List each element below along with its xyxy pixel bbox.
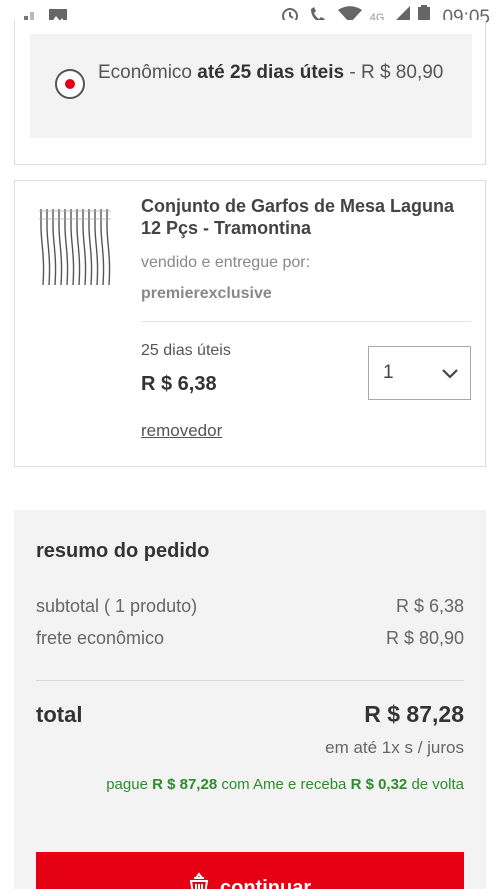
divider xyxy=(141,321,471,322)
ame-text-mid: com Ame e receba xyxy=(217,776,351,793)
summary-divider xyxy=(36,680,464,681)
ame-cashback: R $ 0,32 xyxy=(350,776,408,793)
total-label: total xyxy=(36,702,83,727)
installments-info: em até 1x s / juros xyxy=(325,738,464,757)
product-image[interactable] xyxy=(37,207,113,287)
subtotal-value: R $ 6,38 xyxy=(395,596,464,616)
cart-item-card: Conjunto de Garfos de Mesa Laguna 12 Pçs… xyxy=(14,180,486,467)
ame-amount: R $ 87,28 xyxy=(152,776,218,793)
seller-name: premierexclusive xyxy=(141,285,272,302)
shipping-value: R $ 80,90 xyxy=(385,628,464,648)
continue-label: continuar xyxy=(220,876,312,889)
delivery-time: 25 dias úteis xyxy=(141,342,231,359)
ame-cashback-info: pague R $ 87,28 com Ame e receba R $ 0,3… xyxy=(106,776,464,793)
shipping-price: - R $ 80,90 xyxy=(344,62,444,83)
ame-text-post: de volta xyxy=(407,776,464,793)
shipping-radio-selected[interactable] xyxy=(55,69,85,99)
product-price: R $ 6,38 xyxy=(141,373,217,395)
summary-title: resumo do pedido xyxy=(36,540,210,562)
order-summary: resumo do pedido subtotal ( 1 produto) R… xyxy=(14,510,486,889)
shipping-option-card: Econômico até 25 dias úteis - R $ 80,90 xyxy=(14,20,486,165)
continue-button[interactable]: continuar xyxy=(36,852,464,889)
remove-item-link[interactable]: removedor xyxy=(141,421,222,441)
shipping-deadline: até 25 dias úteis xyxy=(197,62,345,83)
sold-by-label: vendido e entregue por: xyxy=(141,254,311,271)
subtotal-row: subtotal ( 1 produto) R $ 6,38 xyxy=(36,596,464,617)
shipping-label: frete econômico xyxy=(36,628,165,648)
ame-text-pre: pague xyxy=(106,776,153,793)
quantity-value: 1 xyxy=(383,362,394,383)
shipping-row: frete econômico R $ 80,90 xyxy=(36,628,464,649)
shipping-type: Econômico xyxy=(98,62,198,83)
subtotal-label: subtotal ( 1 produto) xyxy=(36,596,198,616)
product-title[interactable]: Conjunto de Garfos de Mesa Laguna 12 Pçs… xyxy=(141,195,471,239)
total-value: R $ 87,28 xyxy=(364,701,464,727)
quantity-select[interactable]: 1 xyxy=(368,346,471,400)
basket-icon xyxy=(186,872,212,889)
shipping-option[interactable]: Econômico até 25 dias úteis - R $ 80,90 xyxy=(30,34,472,138)
chevron-down-icon xyxy=(440,363,460,388)
shipping-option-label: Econômico até 25 dias úteis - R $ 80,90 xyxy=(98,60,458,85)
